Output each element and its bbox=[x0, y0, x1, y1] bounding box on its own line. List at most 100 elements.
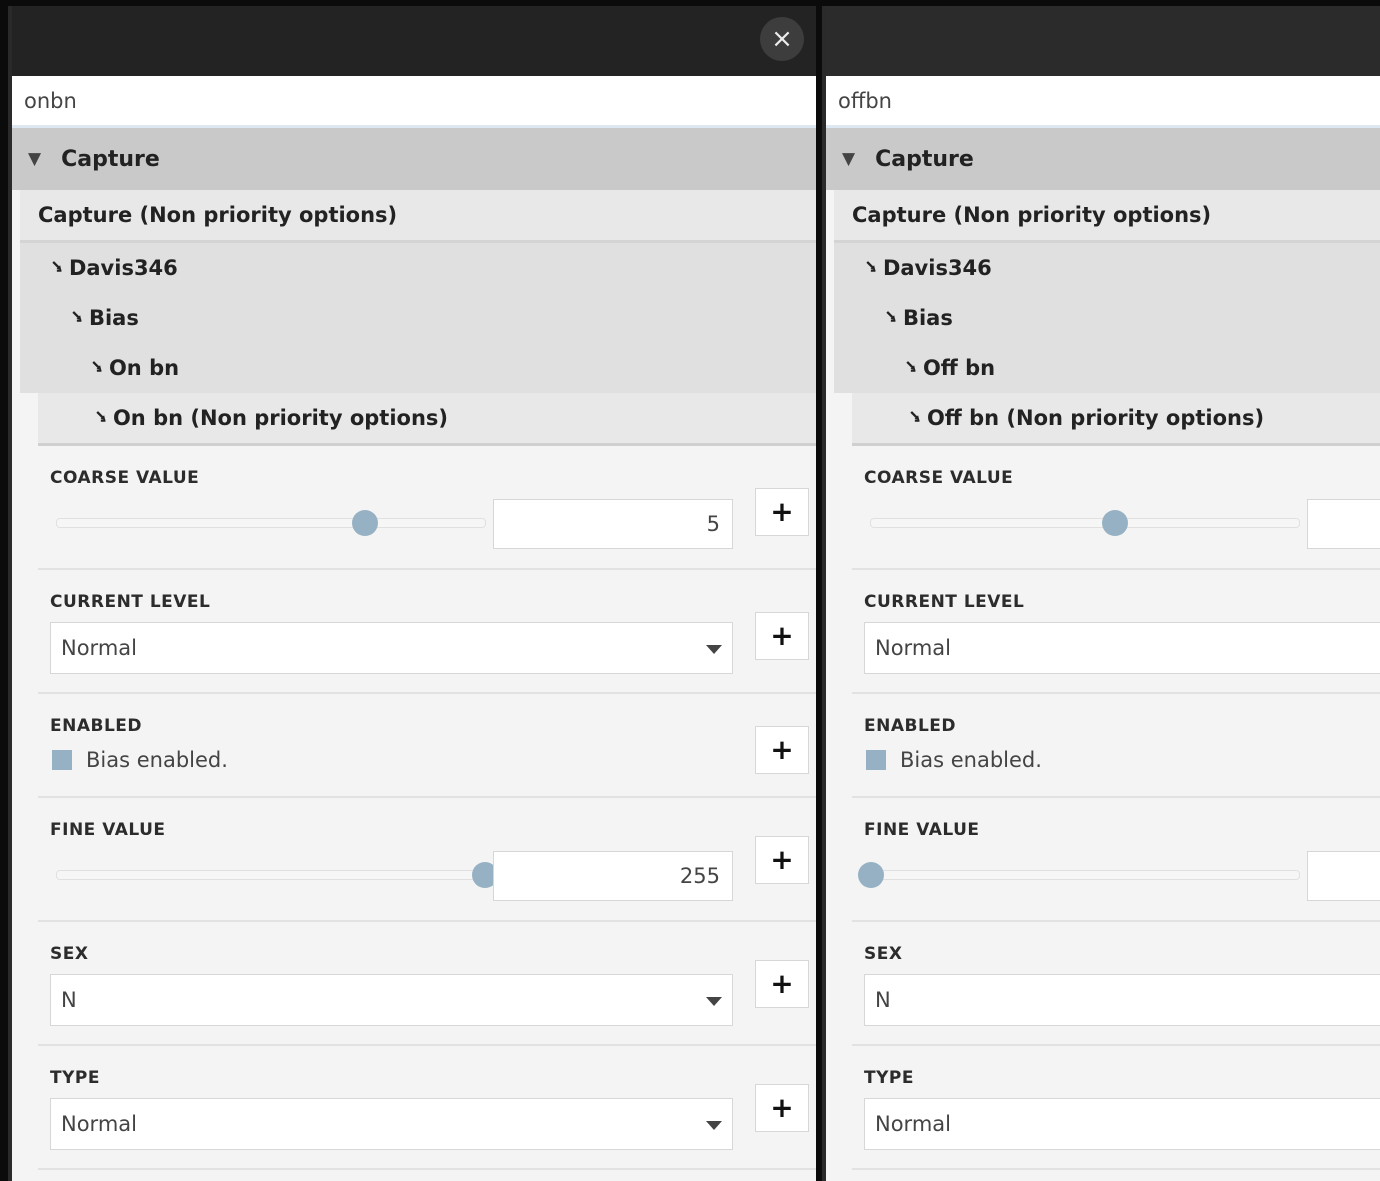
arrow-down-right-icon: ⭸ bbox=[52, 255, 62, 275]
add-button[interactable]: + bbox=[755, 960, 809, 1008]
add-button[interactable]: + bbox=[755, 726, 809, 774]
current-level-select[interactable]: Normal bbox=[864, 622, 1380, 674]
field-label: COARSE VALUE bbox=[50, 468, 200, 488]
checkbox-label: Bias enabled. bbox=[900, 748, 1042, 772]
field-label: FINE VALUE bbox=[50, 820, 166, 840]
triangle-down-icon: ▼ bbox=[842, 149, 856, 169]
close-icon[interactable]: × bbox=[760, 17, 804, 61]
coarse-value-slider[interactable] bbox=[870, 510, 1300, 536]
field-type: TYPE Normal bbox=[852, 1046, 1380, 1170]
options-header[interactable]: ⭸ Off bn (Non priority options) bbox=[852, 393, 1380, 446]
arrow-down-right-icon: ⭸ bbox=[906, 355, 916, 375]
add-button[interactable]: + bbox=[755, 836, 809, 884]
field-enabled: ENABLED Bias enabled. bbox=[852, 694, 1380, 798]
sex-select[interactable]: N bbox=[50, 974, 733, 1026]
select-value: Normal bbox=[875, 1112, 951, 1136]
section-title: Capture bbox=[875, 146, 974, 172]
fine-value-input[interactable] bbox=[493, 851, 733, 901]
options-title: On bn (Non priority options) bbox=[112, 406, 448, 430]
field-label: TYPE bbox=[864, 1068, 914, 1088]
select-value: N bbox=[61, 988, 77, 1012]
sex-select[interactable]: N bbox=[864, 974, 1380, 1026]
field-coarse-value: COARSE VALUE bbox=[852, 446, 1380, 570]
fine-value-input[interactable] bbox=[1307, 851, 1380, 901]
field-enabled: ENABLED Bias enabled. + bbox=[38, 694, 816, 798]
coarse-value-input[interactable] bbox=[493, 499, 733, 549]
field-fine-value: FINE VALUE bbox=[852, 798, 1380, 922]
field-current-level: CURRENT LEVEL Normal bbox=[852, 570, 1380, 694]
current-level-select[interactable]: Normal bbox=[50, 622, 733, 674]
section-header-capture[interactable]: ▼ Capture bbox=[12, 128, 816, 190]
chevron-down-icon bbox=[706, 997, 722, 1006]
section-body: Capture (Non priority options) ⭸ Davis34… bbox=[834, 190, 1380, 1170]
tree-item-label: Bias bbox=[88, 306, 139, 330]
options-block: ⭸ On bn (Non priority options) COARSE VA… bbox=[38, 393, 816, 1170]
module-name-input[interactable] bbox=[12, 76, 816, 128]
chevron-down-icon bbox=[706, 645, 722, 654]
field-label: TYPE bbox=[50, 1068, 100, 1088]
slider-thumb[interactable] bbox=[352, 510, 379, 536]
config-panel-offbn: ▼ Capture Capture (Non priority options)… bbox=[822, 6, 1380, 1181]
type-select[interactable]: Normal bbox=[864, 1098, 1380, 1150]
chevron-down-icon bbox=[706, 1121, 722, 1130]
tree-item-off-bn[interactable]: ⭸ Off bn bbox=[834, 343, 1380, 393]
select-value: Normal bbox=[61, 1112, 137, 1136]
field-label: FINE VALUE bbox=[864, 820, 980, 840]
field-label: CURRENT LEVEL bbox=[864, 592, 1025, 612]
fine-value-slider[interactable] bbox=[56, 862, 498, 888]
add-button[interactable]: + bbox=[755, 1084, 809, 1132]
arrow-down-right-icon: ⭸ bbox=[866, 255, 876, 275]
config-panel-onbn: × ▼ Capture Capture (Non priority option… bbox=[8, 6, 816, 1181]
field-current-level: CURRENT LEVEL Normal + bbox=[38, 570, 816, 694]
arrow-down-right-icon: ⭸ bbox=[72, 305, 82, 325]
tree-item-label: Bias bbox=[902, 306, 953, 330]
tree-item-label: On bn bbox=[108, 356, 180, 380]
field-coarse-value: COARSE VALUE + bbox=[38, 446, 816, 570]
coarse-value-input[interactable] bbox=[1307, 499, 1380, 549]
field-label: COARSE VALUE bbox=[864, 468, 1014, 488]
select-value: N bbox=[875, 988, 891, 1012]
coarse-value-slider[interactable] bbox=[56, 510, 486, 536]
field-label: SEX bbox=[864, 944, 903, 964]
slider-thumb[interactable] bbox=[1101, 510, 1128, 536]
arrow-down-right-icon: ⭸ bbox=[910, 405, 920, 425]
checkbox-label: Bias enabled. bbox=[86, 748, 228, 772]
section-body: Capture (Non priority options) ⭸ Davis34… bbox=[20, 190, 816, 1170]
enabled-checkbox-row[interactable]: Bias enabled. bbox=[866, 748, 1042, 772]
field-sex: SEX N bbox=[852, 922, 1380, 1046]
field-sex: SEX N + bbox=[38, 922, 816, 1046]
select-value: Normal bbox=[875, 636, 951, 660]
subsection-header[interactable]: Capture (Non priority options) bbox=[834, 190, 1380, 243]
fine-value-slider[interactable] bbox=[858, 862, 1300, 888]
tree-item-davis346[interactable]: ⭸ Davis346 bbox=[834, 243, 1380, 293]
tree-item-label: Off bn bbox=[922, 356, 996, 380]
select-value: Normal bbox=[61, 636, 137, 660]
add-button[interactable]: + bbox=[755, 488, 809, 536]
options-block: ⭸ Off bn (Non priority options) COARSE V… bbox=[852, 393, 1380, 1170]
tree-item-bias[interactable]: ⭸ Bias bbox=[834, 293, 1380, 343]
enabled-checkbox[interactable] bbox=[52, 750, 72, 770]
tree-item-on-bn[interactable]: ⭸ On bn bbox=[20, 343, 816, 393]
section-header-capture[interactable]: ▼ Capture bbox=[826, 128, 1380, 190]
options-header[interactable]: ⭸ On bn (Non priority options) bbox=[38, 393, 816, 446]
section-title: Capture bbox=[61, 146, 160, 172]
tree-item-bias[interactable]: ⭸ Bias bbox=[20, 293, 816, 343]
tree: ⭸ Davis346 ⭸ Bias ⭸ On bn bbox=[20, 243, 816, 393]
type-select[interactable]: Normal bbox=[50, 1098, 733, 1150]
add-button[interactable]: + bbox=[755, 612, 809, 660]
slider-thumb[interactable] bbox=[858, 862, 884, 888]
subsection-header[interactable]: Capture (Non priority options) bbox=[20, 190, 816, 243]
panel-titlebar[interactable] bbox=[826, 6, 1380, 76]
field-label: SEX bbox=[50, 944, 89, 964]
field-label: ENABLED bbox=[864, 716, 957, 736]
enabled-checkbox-row[interactable]: Bias enabled. bbox=[52, 748, 228, 772]
triangle-down-icon: ▼ bbox=[28, 149, 42, 169]
arrow-down-right-icon: ⭸ bbox=[92, 355, 102, 375]
tree-item-label: Davis346 bbox=[882, 256, 992, 280]
tree-item-davis346[interactable]: ⭸ Davis346 bbox=[20, 243, 816, 293]
tree-item-label: Davis346 bbox=[68, 256, 178, 280]
enabled-checkbox[interactable] bbox=[866, 750, 886, 770]
module-name-input[interactable] bbox=[826, 76, 1380, 128]
panel-titlebar[interactable]: × bbox=[12, 6, 816, 76]
arrow-down-right-icon: ⭸ bbox=[886, 305, 896, 325]
